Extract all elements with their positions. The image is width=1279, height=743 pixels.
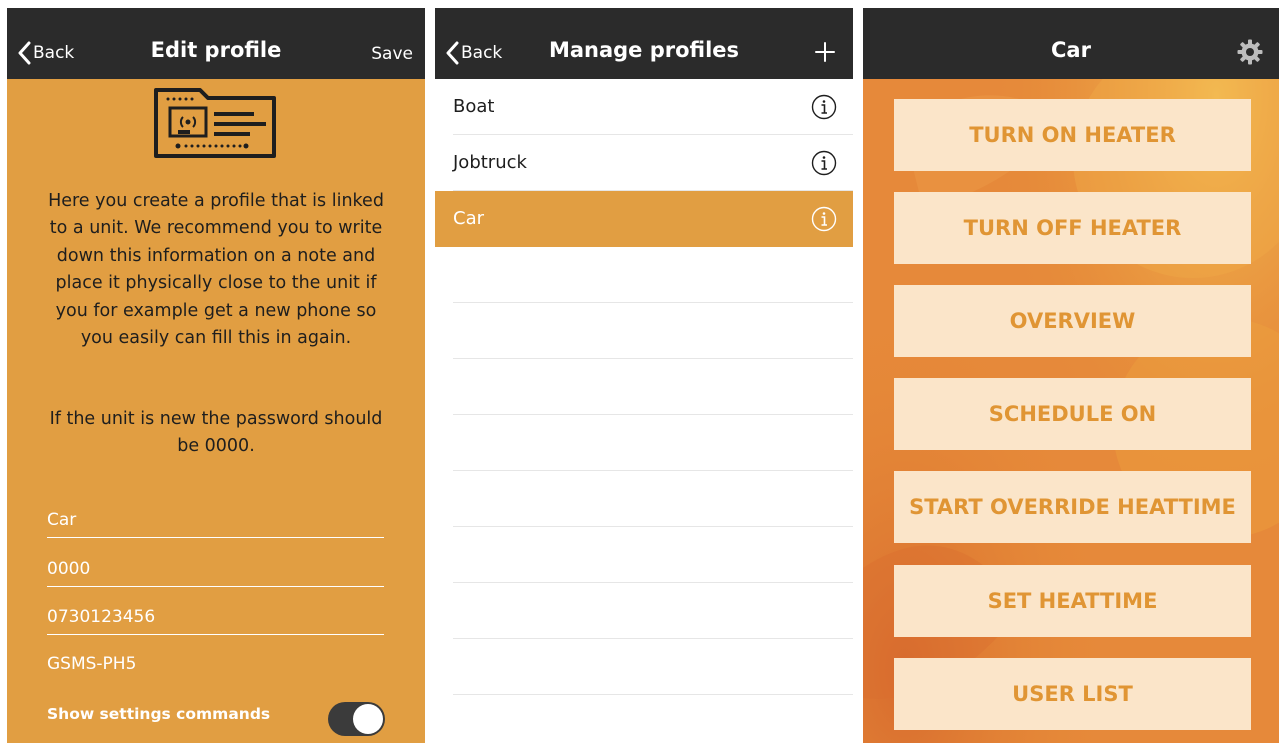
info-icon[interactable] — [811, 206, 837, 232]
empty-row — [453, 471, 853, 527]
settings-toggle-label: Show settings commands — [47, 705, 271, 723]
profile-name-field[interactable]: Car — [47, 504, 384, 538]
profile-list: Boat Jobtruck Car — [435, 79, 853, 695]
navbar: Back Edit profile Save — [7, 8, 425, 79]
device-model-label[interactable]: GSMS-PH5 — [47, 654, 136, 674]
page-title: Manage profiles — [548, 38, 740, 62]
empty-row — [453, 303, 853, 359]
schedule-on-button[interactable]: SCHEDULE ON — [894, 378, 1251, 450]
password-note: If the unit is new the password should b… — [49, 409, 383, 457]
empty-row — [453, 415, 853, 471]
page-title: Edit profile — [150, 38, 282, 62]
profile-row-jobtruck[interactable]: Jobtruck — [453, 135, 853, 191]
navbar: Car — [863, 8, 1279, 79]
empty-row — [453, 583, 853, 639]
empty-row — [453, 639, 853, 695]
manage-profiles-screen: Back Manage profiles Boat Jobtruck Car — [435, 8, 853, 743]
turn-off-heater-button[interactable]: TURN OFF HEATER — [894, 192, 1251, 264]
empty-row — [453, 359, 853, 415]
profile-row-car[interactable]: Car — [435, 191, 853, 247]
empty-row — [453, 527, 853, 583]
password-field[interactable]: 0000 — [47, 553, 384, 587]
settings-toggle[interactable] — [328, 702, 385, 736]
empty-row — [453, 247, 853, 303]
profile-name: Car — [453, 208, 484, 229]
user-list-button[interactable]: USER LIST — [894, 658, 1251, 730]
edit-profile-screen: Back Edit profile Save Here you create a… — [7, 8, 425, 743]
sim-card-icon — [154, 88, 276, 158]
car-screen: Car TURN ON HEATER TURN OFF HEATER OVERV… — [863, 8, 1279, 743]
overview-button[interactable]: OVERVIEW — [894, 285, 1251, 357]
profile-row-boat[interactable]: Boat — [453, 79, 853, 135]
profile-description: Here you create a profile that is linked… — [48, 191, 384, 349]
info-icon[interactable] — [811, 94, 837, 120]
page-title: Car — [1051, 38, 1091, 62]
profile-name: Boat — [453, 96, 495, 117]
start-override-heattime-button[interactable]: START OVERRIDE HEATTIME — [894, 471, 1251, 543]
phone-number-field[interactable]: 0730123456 — [47, 601, 384, 635]
gear-icon[interactable] — [1237, 39, 1263, 65]
plus-icon[interactable] — [815, 42, 835, 62]
info-icon[interactable] — [811, 150, 837, 176]
turn-on-heater-button[interactable]: TURN ON HEATER — [894, 99, 1251, 171]
save-button[interactable]: Save — [371, 44, 413, 64]
navbar: Back Manage profiles — [435, 8, 853, 79]
profile-name: Jobtruck — [453, 152, 527, 173]
toggle-knob — [353, 704, 383, 734]
set-heattime-button[interactable]: SET HEATTIME — [894, 565, 1251, 637]
